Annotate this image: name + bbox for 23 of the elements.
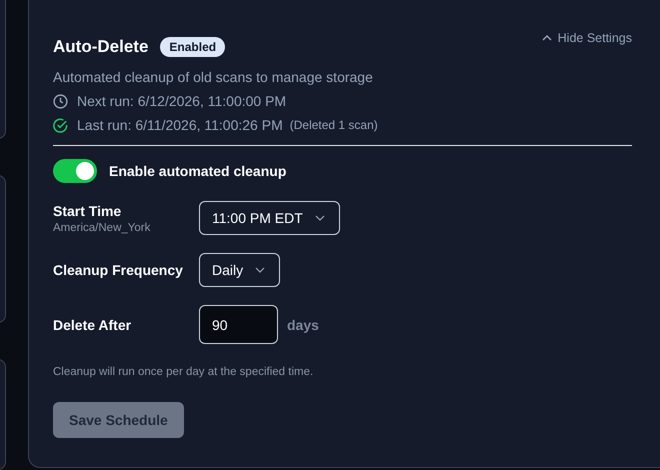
hint-text: Cleanup will run once per day at the specified time. (53, 366, 314, 378)
field-label: Cleanup Frequency (53, 262, 184, 278)
input-field[interactable]: 90 (199, 305, 278, 344)
toggle-switch[interactable] (53, 159, 97, 183)
field-label: Start Time (53, 202, 122, 218)
chevron-down-icon (255, 267, 266, 273)
card-title: Auto-Delete (53, 37, 148, 57)
timezone-label: America/New_York (53, 222, 152, 234)
chevron-up-icon (542, 33, 552, 43)
clock-icon (53, 94, 68, 108)
description: Automated cleanup of old scans to manage storage (53, 69, 374, 85)
run-time: Next run: 6/12/2026, 11:00:00 PM (77, 93, 286, 109)
chevron-down-icon (314, 215, 325, 221)
field-label: Delete After (53, 316, 132, 332)
run-note: (Deleted 1 scan) (290, 118, 378, 132)
dropdown[interactable]: 11:00 PM EDT (199, 201, 340, 235)
status-badge: Enabled (160, 37, 226, 57)
run-time: Last run: 6/11/2026, 11:00:26 PM (77, 117, 283, 133)
toggle-label: Enable automated cleanup (109, 163, 286, 179)
hide-settings-link[interactable]: Hide Settings (542, 31, 632, 45)
unit-label: days (287, 316, 319, 332)
check-circle-icon (53, 118, 68, 132)
dropdown[interactable]: Daily (199, 253, 280, 287)
